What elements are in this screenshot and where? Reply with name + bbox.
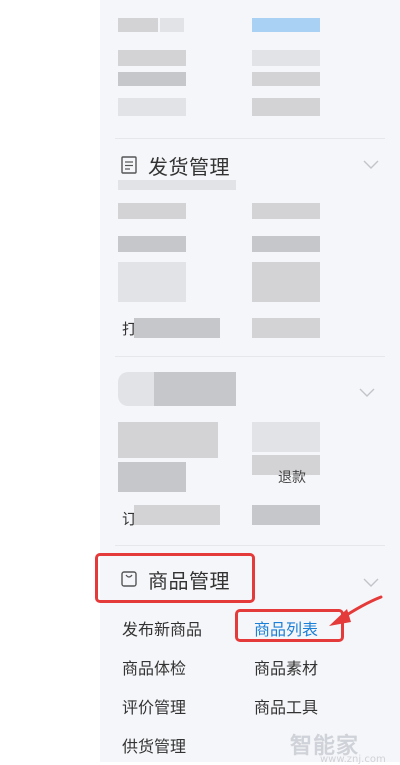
blurred-menu-item [118, 236, 186, 252]
blurred-menu-item [118, 422, 218, 458]
blurred-menu-item [252, 262, 320, 302]
sidebar-nav: 发货管理 打 退款 订 商品管理 发布新商品 商品列表 商品体检 商品素材 评价… [100, 0, 400, 762]
blurred-menu-item-active [252, 18, 320, 32]
blurred-menu-item [118, 50, 186, 66]
menu-item-supply-management[interactable]: 供货管理 [122, 733, 186, 757]
blurred-section-title [154, 372, 236, 406]
chevron-down-icon[interactable] [362, 574, 380, 592]
blurred-menu-item [118, 203, 186, 219]
blurred-section-icon [118, 372, 154, 406]
document-icon [120, 156, 138, 174]
watermark-url: www.znj.com [320, 754, 386, 765]
blurred-menu-item [252, 318, 320, 338]
blurred-menu-item [252, 203, 320, 219]
blurred-menu-item [252, 50, 320, 66]
section-header-shipping[interactable]: 发货管理 [120, 150, 380, 180]
blurred-menu-item [252, 505, 320, 525]
menu-item-goods-material[interactable]: 商品素材 [254, 655, 318, 679]
section-divider [115, 356, 385, 357]
section-title-shipping: 发货管理 [148, 154, 230, 179]
blurred-menu-item [252, 98, 320, 116]
menu-item-review-management[interactable]: 评价管理 [122, 694, 186, 718]
menu-item-goods-health[interactable]: 商品体检 [122, 655, 186, 679]
section-divider [115, 545, 385, 546]
blurred-menu-item [252, 72, 320, 86]
blurred-menu-item [134, 318, 220, 338]
chevron-down-icon[interactable] [362, 156, 380, 174]
blurred-menu-item [134, 505, 220, 525]
annotation-arrow-icon [329, 595, 383, 626]
blurred-menu-item [118, 18, 158, 32]
menu-item-goods-tools[interactable]: 商品工具 [254, 694, 318, 718]
blurred-menu-item [252, 422, 320, 452]
section-divider [115, 138, 385, 139]
blurred-menu-item [160, 18, 184, 32]
blurred-menu-item [118, 72, 186, 86]
menu-item-publish-goods[interactable]: 发布新商品 [122, 616, 202, 640]
clipped-menu-text: 退款 [278, 470, 306, 486]
blurred-menu-item [118, 262, 186, 302]
blurred-menu-item [252, 236, 320, 252]
annotation-highlight-box [95, 553, 255, 603]
blurred-menu-item [118, 180, 236, 190]
blurred-menu-item [118, 98, 186, 116]
chevron-down-icon[interactable] [358, 384, 376, 402]
watermark: 智能家 www.znj.com [290, 728, 386, 765]
blurred-menu-item [118, 462, 186, 492]
